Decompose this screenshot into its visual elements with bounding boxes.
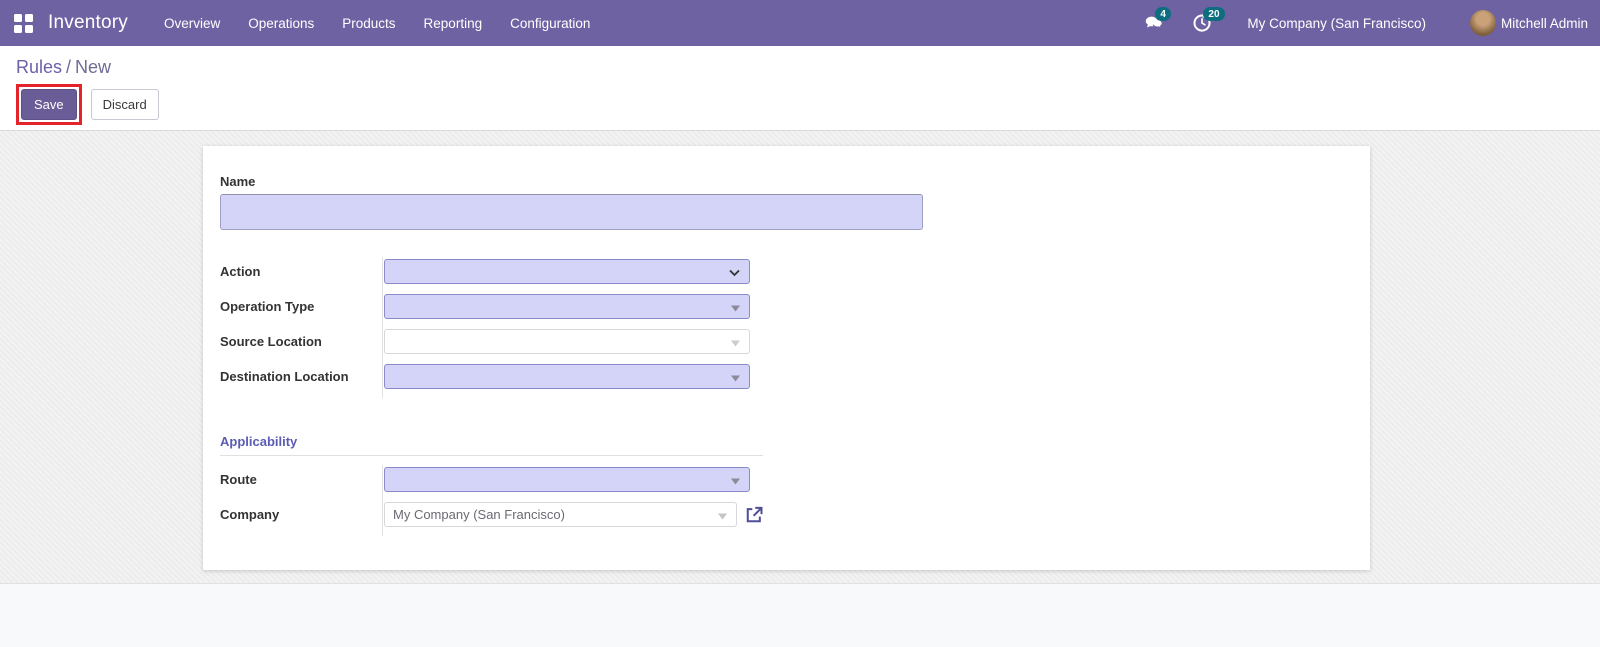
external-link-icon xyxy=(746,506,763,522)
messages-badge: 4 xyxy=(1155,7,1171,21)
save-button[interactable]: Save xyxy=(21,89,77,120)
caret-down-icon xyxy=(731,369,740,384)
user-avatar xyxy=(1469,10,1496,36)
discard-button[interactable]: Discard xyxy=(90,89,159,120)
main-field-group: Action Operation Type Source Location De… xyxy=(220,257,1370,398)
action-label: Action xyxy=(220,264,261,279)
menu-item-overview[interactable]: Overview xyxy=(150,2,234,45)
activities-button[interactable]: 20 xyxy=(1191,7,1225,34)
user-name: Mitchell Admin xyxy=(1500,15,1588,31)
user-menu[interactable]: Mitchell Admin xyxy=(1469,10,1588,36)
route-label: Route xyxy=(220,472,257,487)
menu-item-products[interactable]: Products xyxy=(328,2,409,45)
company-label: Company xyxy=(220,507,280,522)
caret-down-icon xyxy=(731,334,740,349)
external-link-button[interactable] xyxy=(744,505,764,525)
breadcrumb-separator: / xyxy=(66,57,72,77)
operation-type-select[interactable] xyxy=(384,294,750,319)
red-highlight-annotation: Save xyxy=(16,84,82,125)
destination-location-label: Destination Location xyxy=(220,369,349,384)
rule-form-card: Name Action Operation Type Source Locati… xyxy=(203,146,1370,570)
activities-badge: 20 xyxy=(1203,7,1225,21)
caret-down-icon xyxy=(731,299,740,314)
source-location-select[interactable] xyxy=(384,329,750,354)
applicability-section-title: Applicability xyxy=(220,434,763,456)
name-field-block: Name xyxy=(220,174,1370,230)
company-select[interactable]: My Company (San Francisco) xyxy=(384,502,737,527)
apps-menu-button[interactable] xyxy=(0,0,46,46)
breadcrumb-rules-link[interactable]: Rules xyxy=(16,57,62,77)
operation-type-label: Operation Type xyxy=(220,299,315,314)
app-title[interactable]: Inventory xyxy=(48,12,128,34)
name-label: Name xyxy=(220,174,256,189)
messages-button[interactable]: 4 xyxy=(1143,7,1171,34)
main-menu: Overview Operations Products Reporting C… xyxy=(150,2,604,45)
company-switcher[interactable]: My Company (San Francisco) xyxy=(1247,16,1426,31)
route-select[interactable] xyxy=(384,467,750,492)
menu-item-reporting[interactable]: Reporting xyxy=(410,2,497,45)
chevron-down-icon xyxy=(729,264,740,279)
apps-grid-icon xyxy=(13,13,33,33)
applicability-field-group: Route Company My Company (San Francisco) xyxy=(220,465,1370,536)
destination-location-select[interactable] xyxy=(384,364,750,389)
breadcrumb: Rules / New xyxy=(16,57,1584,78)
breadcrumb-current: New xyxy=(75,57,112,77)
caret-down-icon xyxy=(731,472,740,487)
content-background: Name Action Operation Type Source Locati… xyxy=(0,131,1600,583)
name-input[interactable] xyxy=(220,194,923,230)
action-select[interactable] xyxy=(384,259,750,284)
source-location-label: Source Location xyxy=(220,334,322,349)
menu-item-configuration[interactable]: Configuration xyxy=(496,2,604,45)
control-panel: Rules / New Save Discard xyxy=(0,46,1600,131)
top-navbar: Inventory Overview Operations Products R… xyxy=(0,0,1600,46)
menu-item-operations[interactable]: Operations xyxy=(234,2,328,45)
caret-down-icon xyxy=(718,507,727,522)
page-footer xyxy=(0,583,1600,647)
